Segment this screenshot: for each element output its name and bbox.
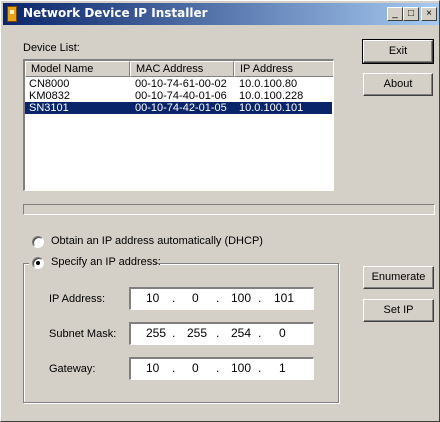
- ip-address-octet-4: 101: [274, 291, 295, 305]
- gateway-field[interactable]: 10 . 0 . 100 . 1: [129, 357, 314, 380]
- ip-separator: .: [258, 361, 262, 375]
- enumerate-button[interactable]: Enumerate: [363, 266, 434, 289]
- device-ip: 10.0.100.228: [239, 90, 304, 102]
- device-ip: 10.0.100.101: [239, 102, 304, 114]
- gateway-octet-3: 100: [231, 361, 252, 375]
- device-mac: 00-10-74-42-01-05: [135, 102, 227, 114]
- subnet-mask-octet-3: 254: [231, 326, 252, 340]
- gateway-label: Gateway:: [49, 363, 96, 375]
- close-button[interactable]: ×: [421, 7, 437, 21]
- ip-separator: .: [172, 291, 176, 305]
- ip-separator: .: [258, 326, 262, 340]
- ip-address-octet-3: 100: [231, 291, 252, 305]
- ip-separator: .: [216, 326, 220, 340]
- device-list-label: Device List:: [23, 42, 80, 54]
- dhcp-radio-label[interactable]: Obtain an IP address automatically (DHCP…: [51, 235, 263, 247]
- column-header-mac-address[interactable]: MAC Address: [130, 61, 234, 77]
- subnet-mask-octet-4: 0: [279, 326, 286, 340]
- device-model: CN8000: [29, 78, 70, 90]
- device-mac: 00-10-74-61-00-02: [135, 78, 227, 90]
- gateway-octet-2: 0: [192, 361, 199, 375]
- exit-button[interactable]: Exit: [362, 39, 434, 64]
- subnet-mask-field[interactable]: 255 . 255 . 254 . 0: [129, 322, 314, 345]
- ip-separator: .: [216, 291, 220, 305]
- device-list-header: Model Name MAC Address IP Address: [25, 61, 333, 77]
- minimize-button[interactable]: _: [387, 7, 403, 21]
- device-ip: 10.0.100.80: [239, 78, 298, 90]
- device-row-cn8000[interactable]: CN8000 00-10-74-61-00-02 10.0.100.80: [25, 78, 332, 90]
- device-row-km0832[interactable]: KM0832 00-10-74-40-01-06 10.0.100.228: [25, 90, 332, 102]
- dhcp-radio[interactable]: [32, 236, 44, 248]
- ip-address-label: IP Address:: [49, 293, 106, 305]
- ip-separator: .: [258, 291, 262, 305]
- column-header-model-name[interactable]: Model Name: [25, 61, 130, 77]
- ip-address-octet-2: 0: [192, 291, 199, 305]
- device-mac: 00-10-74-40-01-06: [135, 90, 227, 102]
- app-icon: [7, 6, 17, 22]
- static-ip-radio[interactable]: [32, 257, 44, 269]
- device-model: SN3101: [29, 102, 69, 114]
- progress-bar: [23, 204, 435, 215]
- device-list[interactable]: Model Name MAC Address IP Address CN8000…: [23, 59, 334, 191]
- ip-separator: .: [216, 361, 220, 375]
- static-ip-radio-label[interactable]: Specify an IP address:: [51, 256, 161, 268]
- title-bar[interactable]: Network Device IP Installer _ □ ×: [3, 3, 439, 25]
- ip-address-octet-1: 10: [146, 291, 160, 305]
- radio-selected-dot: [36, 261, 40, 265]
- device-model: KM0832: [29, 90, 70, 102]
- device-row-sn3101-selected[interactable]: SN3101 00-10-74-42-01-05 10.0.100.101: [25, 102, 332, 114]
- app-window: Network Device IP Installer _ □ × Device…: [0, 0, 440, 422]
- subnet-mask-label: Subnet Mask:: [49, 328, 117, 340]
- gateway-octet-1: 10: [146, 361, 160, 375]
- ip-separator: .: [172, 326, 176, 340]
- subnet-mask-octet-2: 255: [187, 326, 208, 340]
- maximize-button[interactable]: □: [403, 7, 419, 21]
- set-ip-button[interactable]: Set IP: [363, 299, 434, 322]
- ip-separator: .: [172, 361, 176, 375]
- about-button[interactable]: About: [363, 73, 433, 96]
- gateway-octet-4: 1: [279, 361, 286, 375]
- column-header-ip-address[interactable]: IP Address: [234, 61, 333, 77]
- window-title: Network Device IP Installer: [23, 6, 208, 20]
- ip-address-field[interactable]: 10 . 0 . 100 . 101: [129, 287, 314, 310]
- subnet-mask-octet-1: 255: [146, 326, 167, 340]
